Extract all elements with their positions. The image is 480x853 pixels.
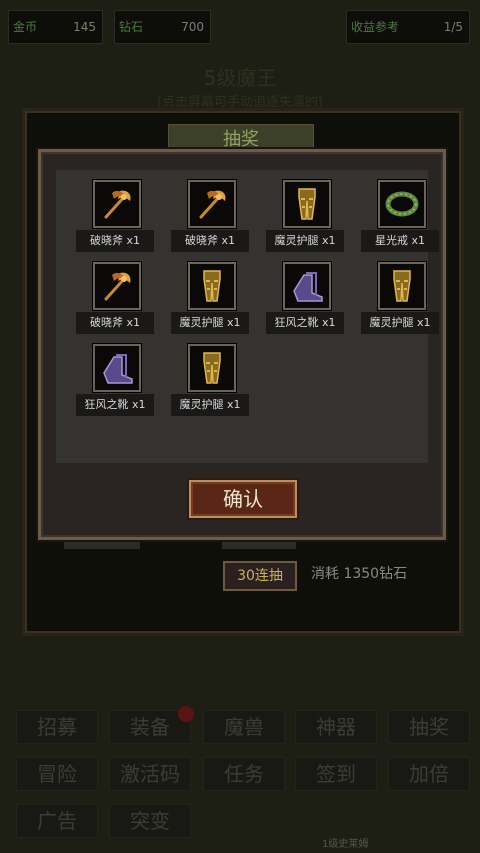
reward-slot[interactable]: 魔灵护腿 x1	[359, 258, 447, 338]
gold-bar: 金币 145	[8, 10, 103, 44]
reward-name: 破晓斧 x1	[76, 230, 154, 252]
reward-slot[interactable]: 破晓斧 x1	[74, 258, 162, 338]
leggings-icon	[188, 262, 236, 310]
reward-slot[interactable]: 狂风之靴 x1	[264, 258, 352, 338]
boots-icon	[283, 262, 331, 310]
reward-modal: 破晓斧 x1 破晓斧 x1 魔灵护腿 x1 星光戒 x1 破晓斧 x1 魔灵护腿 x1 狂风…	[38, 149, 446, 540]
reward-slot[interactable]: 狂风之靴 x1	[74, 340, 162, 420]
menu-button[interactable]: 招募	[16, 710, 98, 744]
reward-name: 星光戒 x1	[361, 230, 439, 252]
reward-slot[interactable]: 魔灵护腿 x1	[169, 258, 257, 338]
diamond-value: 700	[181, 20, 204, 34]
reward-slot[interactable]: 星光戒 x1	[359, 176, 447, 256]
boss-title: 5级魔王	[203, 66, 277, 90]
notification-dot	[178, 706, 194, 722]
menu-button[interactable]: 任务	[203, 757, 285, 791]
draw-30-button[interactable]: 30连抽	[223, 561, 297, 591]
leggings-icon	[378, 262, 426, 310]
draw-cost-text: 消耗 1350钻石	[311, 566, 408, 582]
reward-grid: 破晓斧 x1 破晓斧 x1 魔灵护腿 x1 星光戒 x1 破晓斧 x1 魔灵护腿 x1 狂风…	[56, 170, 439, 463]
boots-icon	[93, 344, 141, 392]
gold-label: 金币	[13, 20, 38, 34]
menu-button[interactable]: 广告	[16, 804, 98, 838]
menu-button[interactable]: 激活码	[109, 757, 191, 791]
reward-name: 魔灵护腿 x1	[266, 230, 344, 252]
reward-slot[interactable]: 破晓斧 x1	[169, 176, 257, 256]
menu-button[interactable]: 冒险	[16, 757, 98, 791]
rate-label: 收益参考	[351, 20, 400, 34]
reward-slot[interactable]: 魔灵护腿 x1	[169, 340, 257, 420]
gold-value: 145	[73, 20, 96, 34]
rate-value: 1/5	[443, 20, 463, 34]
leggings-icon	[283, 180, 331, 228]
diamond-bar: 钻石 700	[114, 10, 211, 44]
menu-button[interactable]: 突变	[109, 804, 191, 838]
diamond-label: 钻石	[119, 20, 144, 34]
menu-button[interactable]: 魔兽	[203, 710, 285, 744]
reward-name: 狂风之靴 x1	[76, 394, 154, 416]
menu-button[interactable]: 神器	[295, 710, 377, 744]
ring-icon	[378, 180, 426, 228]
axe-icon	[188, 180, 236, 228]
footer-text: 1级史莱姆	[322, 839, 369, 850]
reward-slot[interactable]: 魔灵护腿 x1	[264, 176, 352, 256]
menu-button[interactable]: 加倍	[388, 757, 470, 791]
rate-bar: 收益参考 1/5	[346, 10, 470, 44]
confirm-button[interactable]: 确认	[189, 480, 297, 518]
reward-name: 狂风之靴 x1	[266, 312, 344, 334]
reward-name: 魔灵护腿 x1	[171, 394, 249, 416]
leggings-icon	[188, 344, 236, 392]
reward-name: 魔灵护腿 x1	[171, 312, 249, 334]
menu-button[interactable]: 抽奖	[388, 710, 470, 744]
reward-name: 破晓斧 x1	[171, 230, 249, 252]
menu-button[interactable]: 签到	[295, 757, 377, 791]
axe-icon	[93, 262, 141, 310]
reward-name: 魔灵护腿 x1	[361, 312, 439, 334]
reward-slot[interactable]: 破晓斧 x1	[74, 176, 162, 256]
reward-name: 破晓斧 x1	[76, 312, 154, 334]
axe-icon	[93, 180, 141, 228]
